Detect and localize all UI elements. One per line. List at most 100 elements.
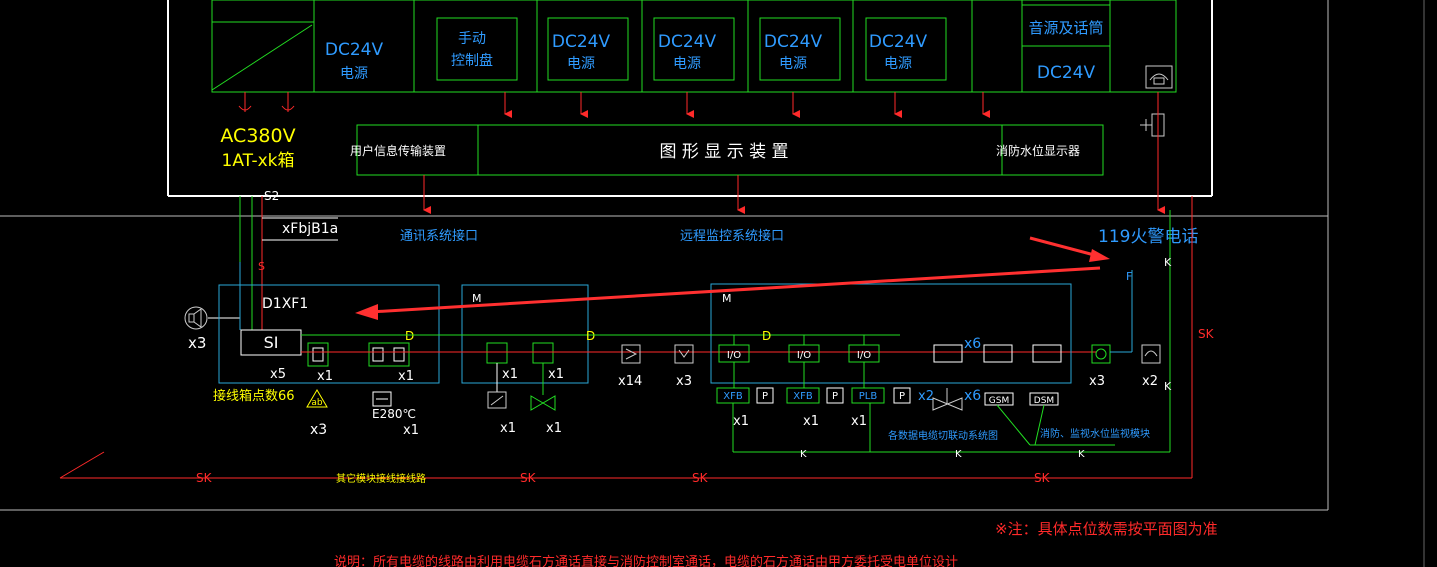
box2-title: M (472, 292, 482, 305)
wire-s2-label: S2 (264, 189, 279, 203)
box2-d-label: D (586, 329, 595, 343)
graphic-display-label: 图 形 显 示 装 置 (659, 142, 788, 162)
svg-text:DC24V: DC24V (325, 40, 384, 60)
speaker-count: x3 (188, 334, 206, 352)
switch-icon (487, 391, 507, 409)
manual-count: x3 (676, 374, 692, 389)
svg-text:电源: 电源 (567, 56, 595, 72)
sk-label-3: SK (692, 471, 709, 485)
comm-interface-label: 通讯系统接口 (400, 228, 478, 244)
fire-phone-jack-icon (1091, 344, 1111, 364)
valve-icon (530, 395, 556, 411)
water-level-display-label: 消防水位显示器 (996, 143, 1080, 158)
wire-sk-right: SK (1198, 327, 1215, 341)
cable-tag-label: xFbjB1a (282, 221, 338, 237)
svg-text:DC24V: DC24V (764, 32, 823, 52)
si-count: x5 (270, 367, 286, 382)
svg-text:电源: 电源 (779, 56, 807, 72)
sk-label-2: SK (520, 471, 537, 485)
phone-jack-count: x3 (1089, 374, 1105, 389)
io-module-1: I/O (727, 350, 741, 361)
p-unit-1: P (762, 391, 768, 402)
fire-119-label: 119火警电话 (1098, 227, 1198, 247)
module-1: DC24V 电源 (325, 40, 384, 82)
module-5: DC24V 电源 (764, 32, 823, 72)
k-label-c: K (1078, 449, 1085, 460)
si-device-label: SI (264, 333, 279, 352)
telephone-icon (1145, 65, 1173, 89)
audio-mic-label: 音源及话筒 (1028, 19, 1103, 37)
user-info-transfer-label: 用户信息传输装置 (350, 143, 446, 158)
box2-count-a: x1 (502, 367, 518, 382)
ac380v-label: AC380V (220, 125, 295, 147)
junction-point-note: 接线箱点数66 (213, 388, 295, 404)
module-2-manual-panel: 手动 控制盘 (451, 31, 493, 69)
box2-module-box: M x1 x1 (405, 284, 1096, 395)
handset-icon (1140, 113, 1165, 137)
remote-monitor-label: 远程监控系统接口 (680, 228, 784, 244)
water-monitor-note: 消防、监视水位监视模块 (1040, 427, 1150, 440)
manual-button-icon (674, 344, 694, 364)
smoke-detector-icon (621, 344, 641, 364)
box3-module-box: M (590, 283, 1072, 384)
cable-linkage-note: 各数据电缆切联动系统图 (888, 429, 998, 442)
p-unit-2: P (832, 391, 838, 402)
k-label-b: K (955, 449, 962, 460)
box1-d-label: D (405, 329, 414, 343)
svg-text:DC24V: DC24V (552, 32, 611, 52)
valve-count-x2: x2 (918, 389, 934, 404)
box3-count-x6b: x6 (964, 388, 981, 404)
valve-count: x1 (546, 421, 562, 436)
plb-unit: PLB (859, 391, 878, 402)
gsm-label: GSM (989, 396, 1009, 406)
plb-count: x1 (851, 414, 867, 429)
svg-text:DC24V: DC24V (869, 32, 928, 52)
alarm-bell-icon: ab (306, 389, 328, 408)
speaker-icon (184, 306, 208, 330)
box3-title: M (722, 292, 732, 305)
p-unit-3: P (899, 391, 905, 402)
flow-valve-icon (932, 388, 963, 411)
fire-phone-icon (1141, 344, 1161, 364)
annotation-arrows (355, 236, 1110, 320)
svg-text:电源: 电源 (340, 66, 368, 82)
fire-phone-count: x2 (1142, 374, 1158, 389)
smoke-count: x14 (618, 374, 642, 389)
module-6: DC24V 电源 (869, 32, 928, 72)
footnote: ※注：具体点位数需按平面图为准 (995, 520, 1218, 538)
svg-text:手动: 手动 (458, 31, 486, 47)
ac-box-label: 1AT-xk箱 (222, 151, 295, 171)
box1-count-b: x1 (398, 369, 414, 384)
svg-text:ab: ab (311, 398, 323, 408)
svg-text:DC24V: DC24V (658, 32, 717, 52)
bottom-description: 说明：所有电缆的线路由利用电缆石方通话直接与消防控制室通话，电缆的石方通话由甲方… (334, 554, 958, 567)
xfb-unit-1: XFB (723, 391, 743, 402)
sk-label-4: SK (1034, 471, 1051, 485)
wire-s-label: S (258, 260, 265, 273)
io-module-2: I/O (797, 350, 811, 361)
heat-detector-icon (372, 391, 392, 407)
box2-count-b: x1 (548, 367, 564, 382)
module-4: DC24V 电源 (658, 32, 717, 72)
wire-f-label: F (1126, 270, 1132, 283)
sk-bus-note: 其它模块接线接线路 (336, 472, 426, 485)
svg-text:控制盘: 控制盘 (451, 52, 493, 69)
heat-count: x1 (403, 423, 419, 438)
io-module-3: I/O (857, 350, 871, 361)
module-3: DC24V 电源 (552, 32, 611, 72)
xfb-unit-2: XFB (793, 391, 813, 402)
xfb-count-2: x1 (803, 414, 819, 429)
wire-k-label-2: K (1164, 380, 1172, 393)
wire-k-label-1: K (1164, 256, 1172, 269)
switch-count: x1 (500, 421, 516, 436)
box3-count-x6a: x6 (964, 336, 981, 352)
k-label-a: K (800, 449, 807, 460)
ac-feed-lines (238, 92, 295, 112)
bell-count: x3 (310, 422, 327, 438)
svg-text:电源: 电源 (673, 56, 701, 72)
xfb-count-1: x1 (733, 414, 749, 429)
dc24v-label: DC24V (1037, 63, 1096, 83)
sk-label-1: SK (196, 471, 213, 485)
svg-text:电源: 电源 (884, 56, 912, 72)
cad-drawing-canvas: DC24V 电源 手动 控制盘 DC24V 电源 DC24V 电源 DC24V … (0, 0, 1425, 567)
